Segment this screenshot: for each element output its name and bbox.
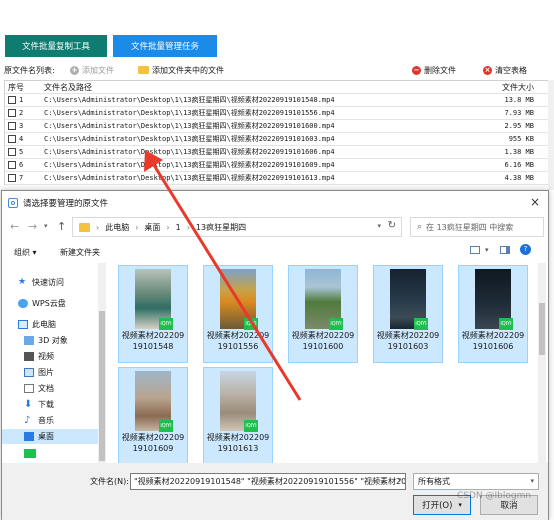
annotation-arrow — [144, 150, 302, 401]
arrow-head — [144, 150, 163, 172]
arrow-shaft — [150, 161, 302, 401]
